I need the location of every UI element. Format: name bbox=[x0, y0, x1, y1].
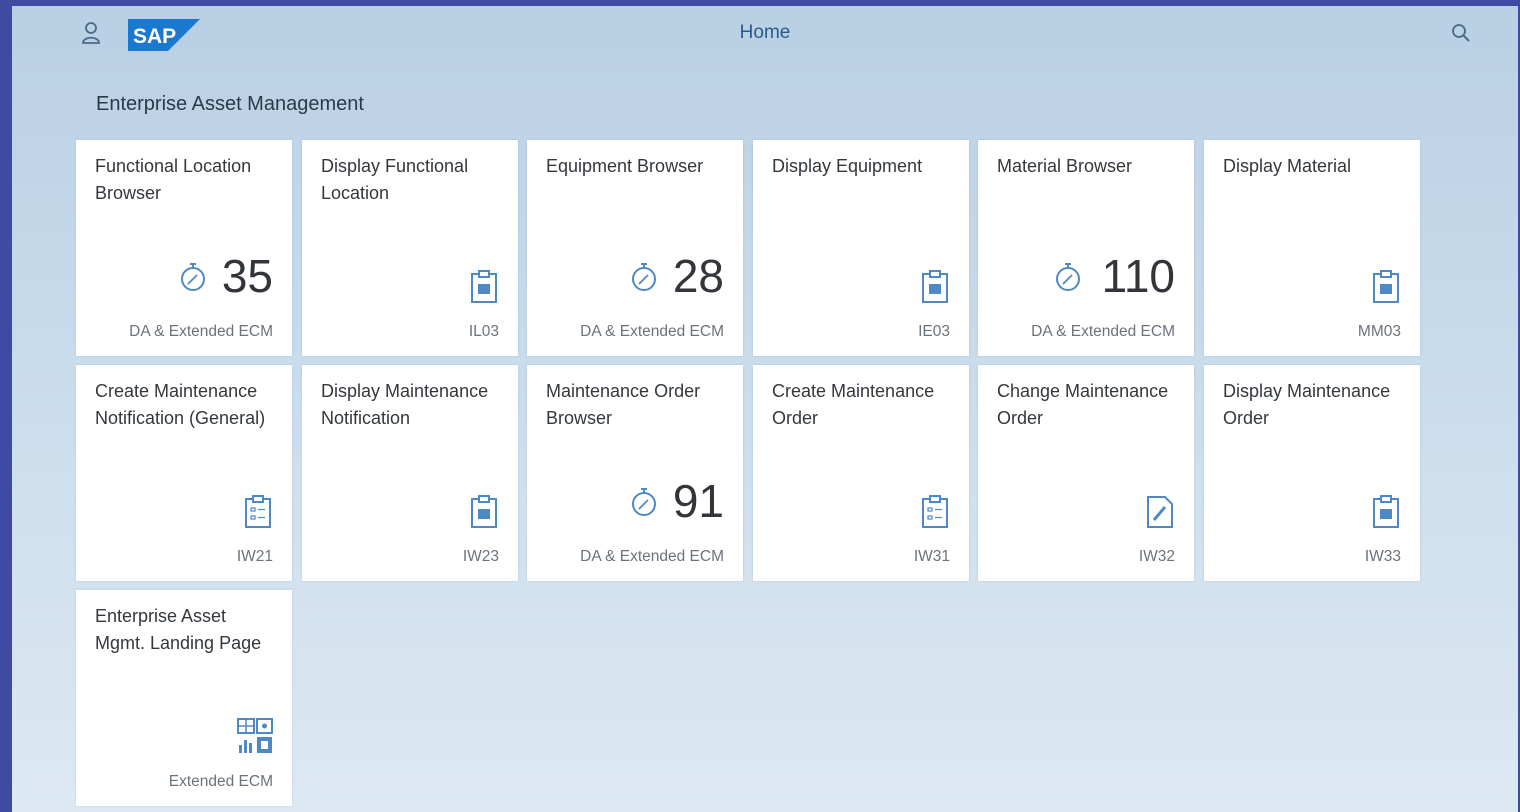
tile-iw33[interactable]: Display Maintenance Order IW33 bbox=[1204, 365, 1420, 581]
tile-container: Functional Location Browser 35 DA & Extend… bbox=[76, 140, 1422, 812]
tile-title: Display Functional Location bbox=[321, 156, 469, 203]
tile-il03[interactable]: Display Functional Location IL03 bbox=[302, 140, 518, 356]
kpi-value: 28 bbox=[672, 250, 724, 302]
tile-title: Maintenance Order Browser bbox=[546, 381, 701, 428]
group-title: Enterprise Asset Management bbox=[96, 93, 364, 115]
tile-mm03[interactable]: Display Material MM03 bbox=[1204, 140, 1420, 356]
page-title: Home bbox=[739, 22, 791, 43]
tile-iw32[interactable]: Change Maintenance Order IW32 bbox=[978, 365, 1194, 581]
tile-title: Material Browser bbox=[997, 156, 1133, 176]
tile-iw21[interactable]: Create Maintenance Notification (General… bbox=[76, 365, 292, 581]
checklist-icon bbox=[243, 495, 273, 529]
tile-footer: IE03 bbox=[918, 323, 950, 340]
checklist-icon bbox=[920, 495, 950, 529]
tile-iw31[interactable]: Create Maintenance Order IW31 bbox=[753, 365, 969, 581]
tile-title: Create Maintenance Notification (General… bbox=[95, 381, 266, 428]
clipboard-icon bbox=[469, 270, 499, 304]
stopwatch-icon bbox=[1051, 260, 1085, 294]
tile-da-extended-ecm[interactable]: Maintenance Order Browser 91 DA & Extended… bbox=[527, 365, 743, 581]
tile-ie03[interactable]: Display Equipment IE03 bbox=[753, 140, 969, 356]
tile-da-extended-ecm[interactable]: Functional Location Browser 35 DA & Extend… bbox=[76, 140, 292, 356]
tile-footer: DA & Extended ECM bbox=[1031, 323, 1175, 340]
tile-title: Equipment Browser bbox=[546, 156, 704, 176]
tile-title: Display Maintenance Order bbox=[1223, 381, 1391, 428]
tile-title: Create Maintenance Order bbox=[772, 381, 935, 428]
tile-footer: IW33 bbox=[1364, 548, 1401, 565]
clipboard-icon bbox=[1371, 270, 1401, 304]
tile-footer: IW31 bbox=[913, 548, 950, 565]
tile-footer: Extended ECM bbox=[168, 773, 273, 790]
clipboard-icon bbox=[469, 495, 499, 529]
dashboard-icon bbox=[237, 718, 273, 754]
clipboard-icon bbox=[920, 270, 950, 304]
shell-bar: SAP Home bbox=[12, 6, 1518, 62]
search-icon[interactable] bbox=[1448, 20, 1474, 46]
tile-title: Display Maintenance Notification bbox=[321, 381, 489, 428]
tile-footer: IW32 bbox=[1138, 548, 1175, 565]
tile-title: Display Material bbox=[1223, 156, 1352, 176]
tile-footer: IW23 bbox=[462, 548, 499, 565]
tile-footer: MM03 bbox=[1357, 323, 1401, 340]
tile-footer: DA & Extended ECM bbox=[129, 323, 273, 340]
tile-footer: DA & Extended ECM bbox=[580, 323, 724, 340]
kpi-value: 35 bbox=[221, 250, 273, 302]
tile-title: Display Equipment bbox=[772, 156, 923, 176]
tile-footer: IL03 bbox=[468, 323, 499, 340]
tile-footer: IW21 bbox=[236, 548, 273, 565]
kpi-value: 110 bbox=[1101, 250, 1175, 302]
tile-da-extended-ecm[interactable]: Equipment Browser 28 DA & Extended ECM bbox=[527, 140, 743, 356]
stopwatch-icon bbox=[176, 260, 210, 294]
stopwatch-icon bbox=[627, 485, 661, 519]
tile-da-extended-ecm[interactable]: Material Browser 110 DA & Extended ECM bbox=[978, 140, 1194, 356]
kpi-value: 91 bbox=[672, 475, 724, 527]
tile-title: Change Maintenance Order bbox=[997, 381, 1169, 428]
clipboard-icon bbox=[1371, 495, 1401, 529]
tile-title: Enterprise Asset Mgmt. Landing Page bbox=[95, 606, 262, 653]
tile-title: Functional Location Browser bbox=[95, 156, 252, 203]
edit-document-icon bbox=[1145, 495, 1175, 529]
stopwatch-icon bbox=[627, 260, 661, 294]
tile-extended-ecm[interactable]: Enterprise Asset Mgmt. Landing Page Exten… bbox=[76, 590, 292, 806]
launchpad-frame: SAP Home Enterprise Asset Management Fun… bbox=[12, 6, 1518, 812]
tile-iw23[interactable]: Display Maintenance Notification IW23 bbox=[302, 365, 518, 581]
tile-footer: DA & Extended ECM bbox=[580, 548, 724, 565]
